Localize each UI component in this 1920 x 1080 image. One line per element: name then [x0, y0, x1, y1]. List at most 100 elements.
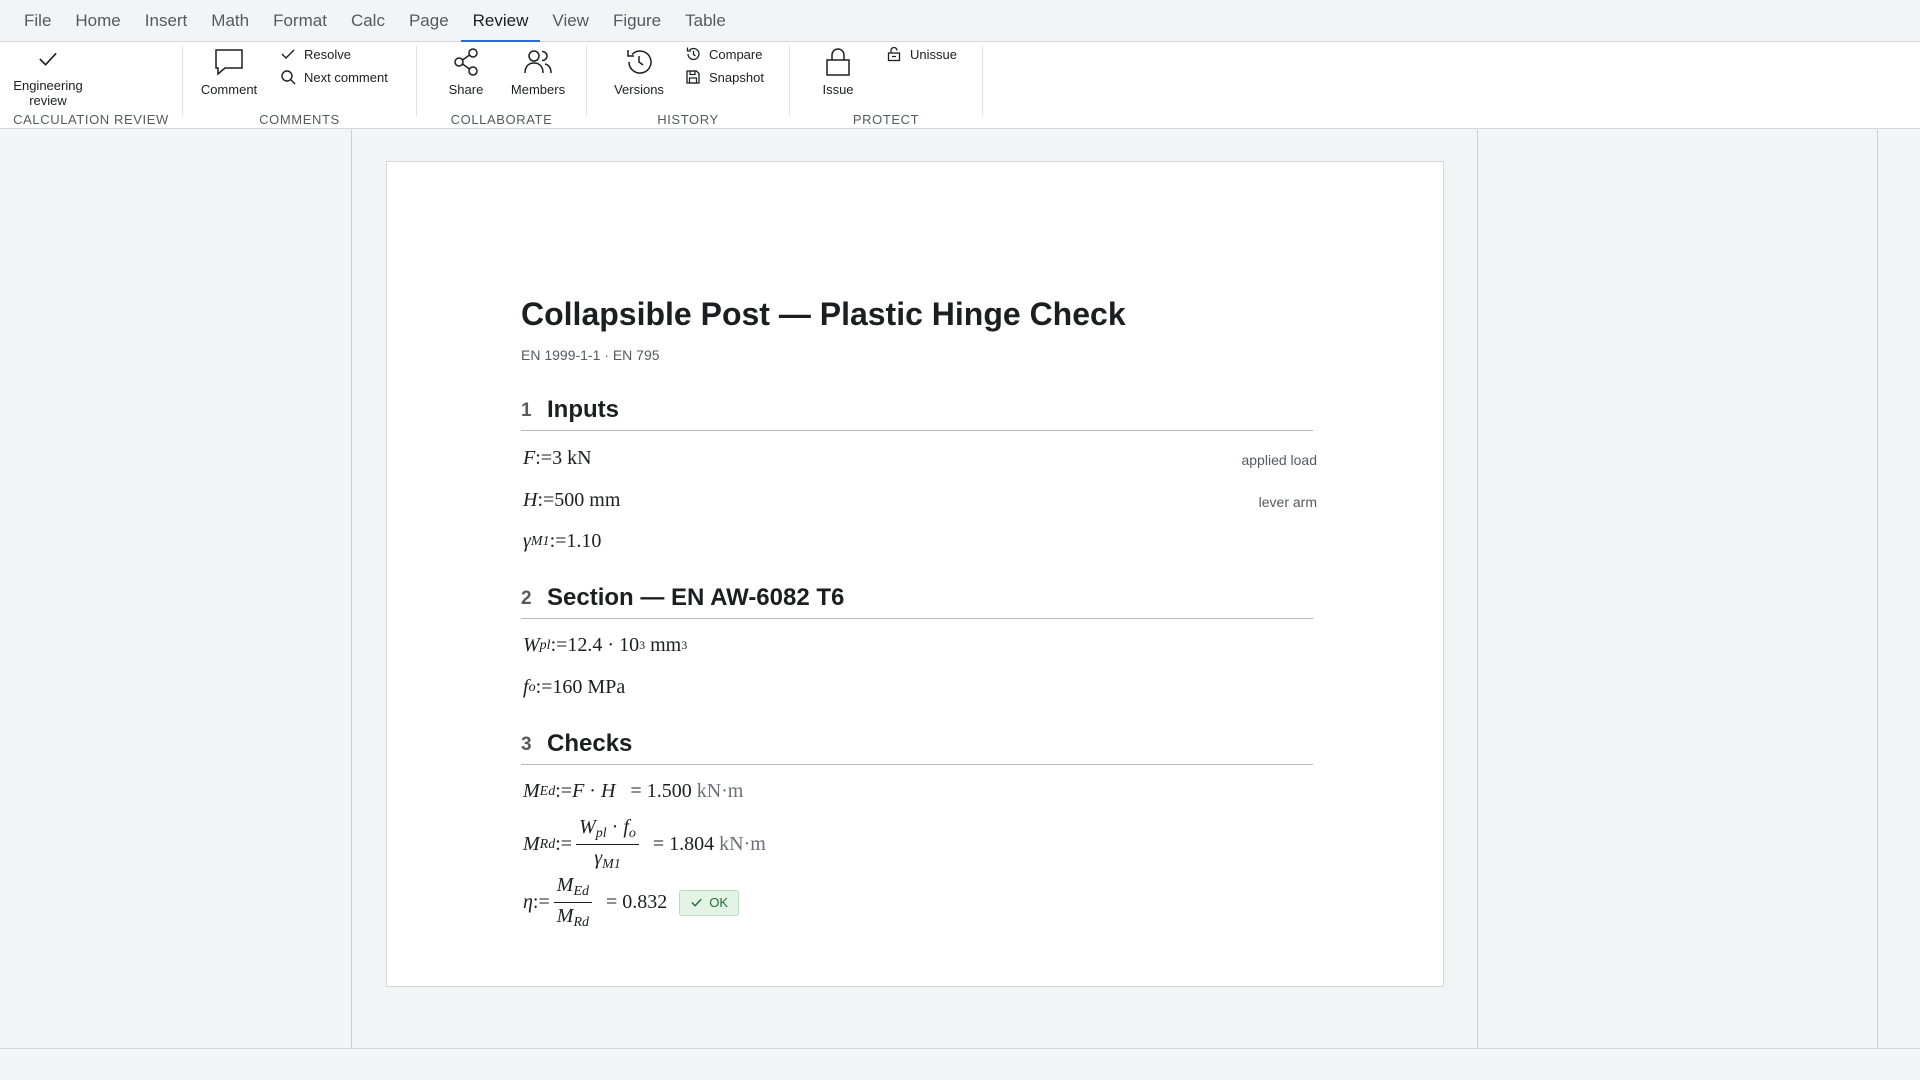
math-subscript: Ed	[539, 783, 556, 799]
menu-table[interactable]: Table	[673, 0, 738, 42]
math-assign: :=	[537, 489, 555, 511]
math-operator: ·	[611, 816, 619, 838]
next-comment-button[interactable]: Next comment	[280, 69, 388, 85]
math-result: 1.500	[646, 780, 692, 802]
annotation-lever-arm: lever arm	[1258, 494, 1317, 510]
check-eta[interactable]: η:= MEd MRd = 0.832 OK	[523, 874, 740, 931]
comment-button[interactable]: Comment	[197, 46, 261, 97]
fraction-denominator: MRd	[554, 903, 592, 931]
section-title: Section — EN AW-6082 T6	[547, 584, 845, 611]
math-symbol: γ	[523, 530, 531, 552]
snapshot-button[interactable]: Snapshot	[685, 69, 764, 85]
menu-insert[interactable]: Insert	[133, 0, 200, 42]
math-symbol: M	[523, 833, 540, 855]
math-assign: :=	[555, 780, 573, 802]
math-value: 12.4 · 10	[567, 634, 640, 656]
comment-icon	[215, 49, 243, 76]
math-operand: M	[556, 905, 574, 927]
unlock-icon	[887, 46, 901, 62]
math-subscript: pl	[539, 637, 551, 653]
checkmark-icon	[691, 898, 702, 907]
issue-label: Issue	[822, 82, 854, 97]
math-assign: :=	[555, 833, 573, 855]
right-panel-border	[1477, 130, 1478, 1048]
ribbon-divider	[982, 46, 983, 116]
input-H[interactable]: H:= 500 mm	[523, 489, 620, 512]
document-page[interactable]: Collapsible Post — Plastic Hinge Check E…	[386, 161, 1444, 987]
menu-format[interactable]: Format	[261, 0, 339, 42]
lock-icon	[826, 48, 850, 76]
math-subscript: Rd	[539, 836, 556, 852]
math-assign: :=	[532, 891, 550, 913]
status-badge-label: OK	[709, 895, 729, 910]
checkmark-icon	[281, 49, 295, 59]
members-label: Members	[510, 82, 566, 97]
unissue-button[interactable]: Unissue	[886, 46, 957, 62]
menu-page[interactable]: Page	[397, 0, 461, 42]
math-operand: M	[556, 874, 574, 896]
input-gamma[interactable]: γ M1:= 1.10	[523, 530, 601, 553]
math-operand: W	[579, 816, 596, 838]
unissue-label: Unissue	[910, 46, 957, 62]
menu-file[interactable]: File	[12, 0, 63, 42]
menu-figure[interactable]: Figure	[601, 0, 673, 42]
menu-home[interactable]: Home	[63, 0, 132, 42]
versions-button[interactable]: Versions	[607, 46, 671, 97]
input-F[interactable]: F:= 3 kN	[523, 447, 592, 470]
input-Wpl[interactable]: Wpl:= 12.4 · 10 3 mm 3	[523, 634, 687, 657]
menu-math[interactable]: Math	[199, 0, 261, 42]
engineering-review-button[interactable]: Engineering review	[8, 46, 88, 108]
section-heading-inputs: 1 Inputs	[521, 393, 1313, 431]
math-operand: F	[572, 780, 585, 802]
math-symbol: η	[523, 891, 533, 913]
resolve-button[interactable]: Resolve	[280, 46, 351, 62]
math-assign: :=	[535, 447, 553, 469]
share-label: Share	[448, 82, 484, 97]
group-collaborate: Share Members COLLABORATE	[417, 42, 586, 129]
math-unit: MPa	[587, 676, 626, 698]
section-number: 3	[521, 734, 532, 755]
section-number: 1	[521, 400, 532, 421]
math-exponent: 3	[639, 638, 646, 652]
engineering-review-label-1: Engineering	[13, 78, 83, 93]
fraction-denominator: γM1	[591, 845, 624, 873]
group-label-protect: PROTECT	[852, 112, 920, 127]
check-MEd[interactable]: M Ed:= F · H = 1.500 kN·m	[523, 780, 743, 803]
math-unit: mm	[589, 489, 621, 511]
comment-label: Comment	[200, 82, 258, 97]
section-heading-section: 2 Section — EN AW-6082 T6	[521, 581, 1313, 619]
history-icon	[627, 50, 652, 74]
issue-button[interactable]: Issue	[810, 46, 866, 97]
menu-calc[interactable]: Calc	[339, 0, 397, 42]
compare-button[interactable]: Compare	[685, 46, 762, 62]
math-unit: kN	[567, 447, 592, 469]
document-subtitle: EN 1999-1-1 · EN 795	[521, 347, 660, 363]
check-MRd[interactable]: M Rd:= Wpl · fo γM1 = 1.804 kN·m	[523, 816, 766, 873]
section-title: Inputs	[547, 396, 619, 423]
math-value: 500	[554, 489, 585, 511]
menu-view[interactable]: View	[540, 0, 601, 42]
math-value: 160	[552, 676, 583, 698]
math-unit-exponent: 3	[681, 638, 688, 652]
group-calculation-review: Engineering review CALCULATION REVIEW	[0, 42, 182, 129]
group-label-history: HISTORY	[657, 112, 719, 127]
fraction-numerator: Wpl · fo	[576, 816, 639, 845]
group-label-comments: COMMENTS	[259, 112, 340, 127]
status-bar	[0, 1048, 1920, 1080]
math-subscript: M1	[602, 857, 621, 872]
compare-label: Compare	[709, 46, 763, 62]
ribbon: Engineering review CALCULATION REVIEW Co…	[0, 42, 1920, 129]
math-subscript: o	[628, 826, 636, 841]
resolve-label: Resolve	[304, 46, 351, 62]
members-button[interactable]: Members	[505, 46, 571, 97]
math-subscript: M1	[530, 533, 550, 549]
annotation-applied-load: applied load	[1241, 452, 1317, 468]
math-symbol: M	[523, 780, 540, 802]
scrollbar-border	[1877, 130, 1878, 1048]
share-button[interactable]: Share	[439, 46, 493, 97]
search-icon	[281, 70, 296, 85]
math-fraction: Wpl · fo γM1	[576, 816, 639, 873]
input-fo[interactable]: f o:= 160 MPa	[523, 676, 625, 699]
history-icon	[686, 47, 700, 61]
menu-review[interactable]: Review	[460, 0, 541, 43]
